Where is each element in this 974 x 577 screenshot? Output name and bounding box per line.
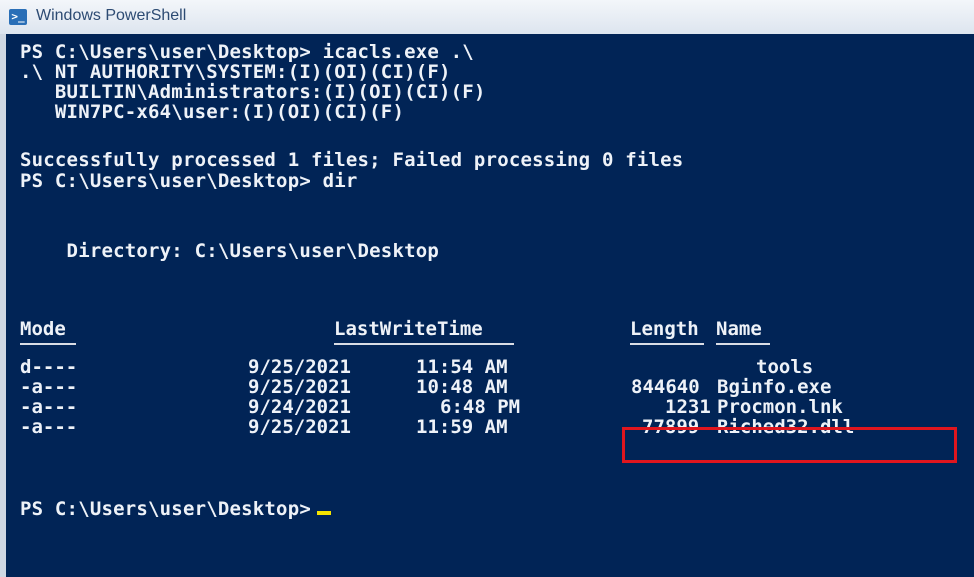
table-row-length: 844640 <box>631 376 700 398</box>
table-row-name: tools <box>756 356 814 378</box>
table-row-time: 11:54 AM <box>416 356 508 378</box>
table-row-name: Procmon.lnk <box>717 396 843 418</box>
console-area[interactable]: PS C:\Users\user\Desktop> icacls.exe .\ … <box>0 34 974 577</box>
text-cursor <box>316 511 331 515</box>
command-line-icacls: PS C:\Users\user\Desktop> icacls.exe .\ <box>20 41 474 63</box>
acl-line-administrators: BUILTIN\Administrators:(I)(OI)(CI)(F) <box>20 81 486 103</box>
directory-header: Directory: C:\Users\user\Desktop <box>20 240 440 262</box>
table-row-time: 6:48 PM <box>440 396 521 418</box>
header-length: Length <box>630 318 699 340</box>
table-row-date: 9/24/2021 <box>248 396 351 418</box>
table-row-length: 1231 <box>665 396 711 418</box>
header-lastwritetime: LastWriteTime <box>334 318 483 340</box>
command-line-dir: PS C:\Users\user\Desktop> dir <box>20 170 358 192</box>
status-line: Successfully processed 1 files; Failed p… <box>20 149 684 171</box>
command-prompt[interactable]: PS C:\Users\user\Desktop> <box>20 498 331 520</box>
table-row-mode: -a--- <box>20 396 78 418</box>
table-row-time: 11:59 AM <box>416 416 508 438</box>
table-row-date: 9/25/2021 <box>248 356 351 378</box>
header-underline-length <box>630 343 704 345</box>
table-row-mode: d---- <box>20 356 78 378</box>
table-row-mode: -a--- <box>20 416 78 438</box>
header-underline-lastwritetime <box>334 343 514 345</box>
powershell-icon: >_ <box>9 9 27 25</box>
header-underline-mode <box>20 343 76 345</box>
header-underline-name <box>716 343 770 345</box>
highlight-box-riched32 <box>622 427 957 463</box>
header-name: Name <box>716 318 762 340</box>
table-row-date: 9/25/2021 <box>248 376 351 398</box>
table-row-date: 9/25/2021 <box>248 416 351 438</box>
title-bar[interactable]: >_ Windows PowerShell <box>0 0 974 35</box>
acl-line-system: .\ NT AUTHORITY\SYSTEM:(I)(OI)(CI)(F) <box>20 61 451 83</box>
window-title: Windows PowerShell <box>36 7 187 24</box>
table-row-mode: -a--- <box>20 376 78 398</box>
powershell-window: >_ Windows PowerShell PS C:\Users\user\D… <box>0 0 974 577</box>
prompt-text: PS C:\Users\user\Desktop> <box>20 498 311 520</box>
table-row-name: Bginfo.exe <box>717 376 832 398</box>
acl-line-user: WIN7PC-x64\user:(I)(OI)(CI)(F) <box>20 101 405 123</box>
table-row-time: 10:48 AM <box>416 376 508 398</box>
header-mode: Mode <box>20 318 66 340</box>
